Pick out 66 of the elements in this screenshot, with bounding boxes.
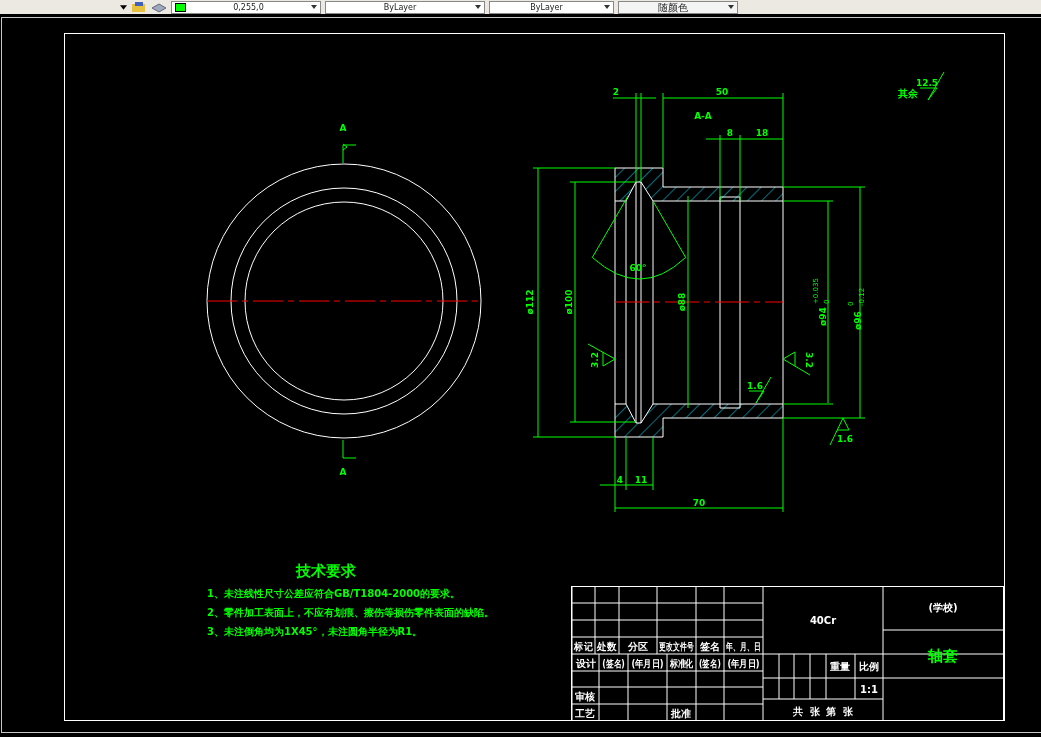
title-block-label: 工艺	[575, 708, 595, 719]
caret-icon	[311, 5, 317, 9]
view-title: A-A	[694, 111, 712, 121]
title-block-label: (签名)	[699, 657, 721, 670]
caret-icon	[475, 5, 481, 9]
title-block-label: 设计	[575, 658, 596, 669]
surface-finish-icon	[919, 71, 945, 101]
surface-finish-icon	[782, 351, 811, 376]
caret-icon[interactable]	[120, 4, 127, 10]
dimension-label: ø88	[677, 292, 687, 312]
requirement-text: 2、零件加工表面上，不应有划痕、擦伤等损伤零件表面的缺陷。	[207, 607, 494, 618]
title-block-label: (签名)	[602, 658, 625, 670]
title-block-label: 年、月、日	[725, 640, 762, 653]
layers-icon[interactable]	[151, 1, 167, 13]
layer-state-icon[interactable]	[131, 1, 147, 13]
sheet-count-label: 共 张 第 张	[792, 706, 854, 717]
material-label: 40Cr	[809, 615, 837, 626]
title-block-label: 标记	[574, 640, 593, 653]
requirements-title: 技术要求	[296, 562, 356, 580]
title-block-label: 标准化	[669, 658, 694, 670]
dimension-label: ø96	[853, 311, 863, 330]
surface-finish-icon	[748, 376, 772, 404]
surface-finish-value: 1.6	[747, 381, 763, 391]
title-block-label: 签名	[700, 641, 720, 652]
dimension-label: ø100	[564, 289, 574, 315]
linetype-dropdown[interactable]: ByLayer	[325, 0, 485, 14]
title-block-label: 批准	[671, 708, 691, 719]
color-dropdown[interactable]: 0,255,0	[171, 0, 321, 14]
section-cut-mark-icon	[342, 143, 357, 164]
requirement-text: 3、未注倒角均为1X45°，未注圆角半径为R1。	[207, 626, 423, 637]
plot-style-dropdown[interactable]: 随颜色	[618, 0, 738, 14]
dimension-label: 18	[755, 128, 769, 138]
dimension-label: 11	[634, 475, 648, 485]
dimension-label: 8	[726, 128, 734, 138]
title-block-label: (年月日)	[727, 657, 760, 670]
title-block-label: 审核	[575, 691, 595, 702]
title-block-label: 重量	[830, 661, 850, 672]
school-label: (学校)	[928, 602, 958, 613]
surface-finish-value: 1.6	[837, 434, 853, 444]
surface-finish-icon	[587, 343, 616, 367]
surface-finish-value: 12.5	[915, 78, 939, 88]
title-block-label: 更改文件号	[658, 640, 695, 653]
dimension-label: 60°	[629, 263, 647, 273]
dimension-label: ø94	[818, 307, 828, 326]
dimension-label: 4	[616, 475, 624, 485]
surface-finish-value: 3.2	[590, 352, 600, 368]
title-block-label: (年月日)	[631, 657, 664, 670]
section-label: A	[339, 123, 347, 133]
dimension-label: 2	[612, 87, 620, 97]
scale-value: 1:1	[860, 684, 878, 695]
title-block-label: 处数	[597, 640, 617, 653]
surface-finish-value: 3.2	[804, 352, 814, 368]
dimension-label: ø112	[525, 289, 535, 315]
section-cut-mark-icon	[342, 439, 357, 459]
requirement-text: 1、未注线性尺寸公差应符合GB/T1804-2000的要求。	[207, 588, 461, 599]
part-name: 轴套	[928, 647, 958, 665]
caret-icon	[604, 5, 610, 9]
section-label: A	[339, 467, 347, 477]
dimension-label: 70	[692, 498, 706, 508]
caret-icon	[728, 5, 734, 9]
dimension-label: 50	[715, 87, 729, 97]
title-block-label: 比例	[859, 661, 879, 672]
color-swatch-icon	[175, 2, 186, 12]
title-block-label: 分区	[628, 641, 648, 652]
lineweight-dropdown[interactable]: ByLayer	[489, 0, 614, 14]
finish-note: 其余	[898, 88, 918, 99]
